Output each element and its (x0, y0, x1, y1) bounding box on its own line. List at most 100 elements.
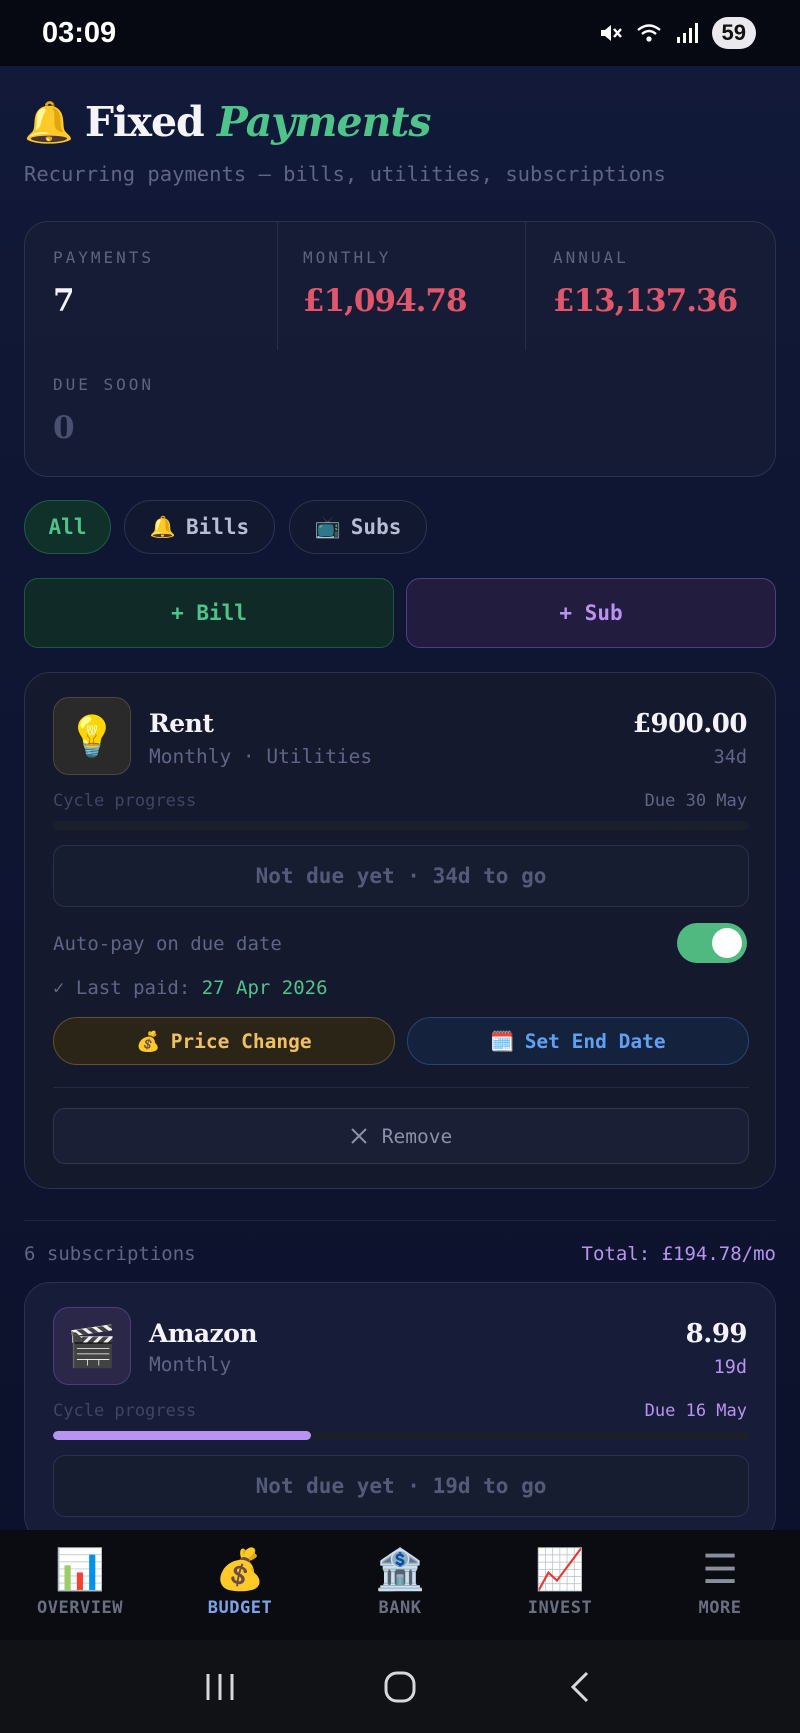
menu-icon: ☰ (702, 1547, 738, 1593)
price-change-button[interactable]: 💰 Price Change (53, 1017, 395, 1065)
filter-all[interactable]: All (24, 500, 111, 554)
nav-invest[interactable]: 📈 INVEST (480, 1546, 640, 1618)
payment-card-amazon: 🎬 Amazon Monthly 8.99 19d Cycle progress… (24, 1282, 776, 1542)
stat-due-soon-label: DUE SOON (53, 375, 155, 394)
battery-indicator: 59 (711, 17, 756, 49)
cycle-progress-label: Cycle progress (53, 791, 197, 811)
recents-button[interactable] (190, 1662, 250, 1712)
stat-payments-label: PAYMENTS (53, 248, 155, 267)
summary-card: PAYMENTS 7 MONTHLY £1,094.78 ANNUAL £13,… (24, 221, 776, 477)
cycle-progress-fill (53, 1431, 311, 1440)
toggle-knob (712, 928, 742, 958)
stat-payments-value: 7 (53, 283, 75, 319)
subscriptions-total: Total: £194.78/mo (581, 1243, 776, 1265)
set-end-date-label: Set End Date (524, 1029, 666, 1053)
add-bill-button[interactable]: + Bill (24, 578, 394, 648)
money-bag-icon: 💰 (136, 1029, 161, 1053)
title-accent: Payments (216, 98, 431, 146)
filter-subs-label: Subs (350, 515, 402, 539)
home-button[interactable] (370, 1662, 430, 1712)
filter-bills[interactable]: 🔔 Bills (124, 500, 275, 554)
stat-annual-value: £13,137.36 (553, 283, 738, 319)
payment-amount: 8.99 (685, 1319, 748, 1349)
not-due-status: Not due yet · 19d to go (53, 1455, 749, 1517)
payment-name: Amazon (149, 1319, 258, 1348)
bell-icon: 🔔 (149, 514, 176, 539)
not-due-status: Not due yet · 34d to go (53, 845, 749, 907)
nav-label: INVEST (527, 1598, 593, 1618)
chart-icon: 📊 (55, 1547, 105, 1593)
nav-bank[interactable]: 🏦 BANK (320, 1546, 480, 1618)
remove-label: Remove (381, 1124, 453, 1148)
cycle-progress-bar (53, 1431, 749, 1440)
bell-icon: 🔔 (24, 98, 74, 146)
close-icon (351, 1128, 367, 1144)
title-main: Fixed (84, 98, 205, 146)
wifi-icon (636, 24, 661, 42)
payment-name: Rent (149, 709, 214, 738)
nav-label: MORE (698, 1598, 742, 1618)
nav-label: BUDGET (207, 1598, 273, 1618)
last-paid-date: 27 Apr 2026 (201, 977, 328, 999)
autopay-toggle[interactable] (677, 923, 747, 963)
cycle-progress-label: Cycle progress (53, 1401, 197, 1421)
remove-button[interactable]: Remove (53, 1108, 749, 1164)
payment-days-left: 34d (713, 747, 747, 768)
filter-all-label: All (48, 515, 87, 539)
bottom-nav: 📊 OVERVIEW 💰 BUDGET 🏦 BANK 📈 INVEST ☰ MO… (0, 1530, 800, 1640)
stat-divider (277, 222, 278, 350)
cycle-due-date: Due 16 May (644, 1401, 747, 1421)
bank-icon: 🏦 (375, 1547, 425, 1593)
back-button[interactable] (550, 1662, 610, 1712)
nav-overview[interactable]: 📊 OVERVIEW (0, 1546, 160, 1618)
nav-more[interactable]: ☰ MORE (640, 1546, 800, 1618)
cycle-due-date: Due 30 May (644, 791, 747, 811)
stat-due-soon-value: 0 (53, 410, 75, 446)
home-icon (384, 1671, 416, 1702)
stat-annual-label: ANNUAL (553, 248, 629, 267)
calendar-icon: 🗓️ (490, 1029, 515, 1053)
stat-monthly-label: MONTHLY (303, 248, 392, 267)
nav-label: OVERVIEW (37, 1598, 123, 1618)
payment-amount: £900.00 (632, 709, 748, 739)
stat-divider (525, 222, 526, 350)
price-change-label: Price Change (170, 1029, 312, 1053)
tv-icon: 📺 (314, 514, 341, 539)
payment-card-rent: 💡 Rent Monthly · Utilities £900.00 34d C… (24, 672, 776, 1189)
nav-label: BANK (378, 1598, 422, 1618)
card-divider (53, 1087, 749, 1088)
last-paid-prefix: ✓ Last paid: (53, 977, 191, 999)
set-end-date-button[interactable]: 🗓️ Set End Date (407, 1017, 749, 1065)
system-nav-bar (0, 1640, 800, 1733)
page-title: 🔔 Fixed Payments (24, 98, 431, 146)
status-bar: 03:09 59 (0, 0, 800, 66)
payment-days-left: 19d (713, 1357, 747, 1378)
payment-meta: Monthly (149, 1353, 232, 1376)
subscriptions-count: 6 subscriptions (24, 1243, 196, 1265)
last-paid: ✓ Last paid: 27 Apr 2026 (53, 977, 328, 999)
stat-annual: ANNUAL £13,137.36 (553, 248, 779, 319)
status-icons: 59 (598, 17, 756, 49)
cycle-progress-bar (53, 821, 749, 830)
fixed-payments-screen: 03:09 59 🔔 Fixed Payments Recurring paym… (0, 0, 800, 1733)
section-divider (24, 1220, 776, 1221)
signal-icon (676, 23, 698, 43)
filter-bills-label: Bills (185, 515, 250, 539)
filter-subs[interactable]: 📺 Subs (289, 500, 427, 554)
autopay-label: Auto-pay on due date (53, 933, 282, 955)
money-bag-icon: 💰 (215, 1547, 265, 1593)
clapperboard-icon: 🎬 (53, 1307, 131, 1385)
recents-icon (206, 1673, 234, 1700)
mute-icon (600, 25, 622, 41)
stat-payments: PAYMENTS 7 (53, 248, 279, 319)
trend-up-icon: 📈 (535, 1547, 585, 1593)
page-subtitle: Recurring payments — bills, utilities, s… (24, 162, 666, 186)
back-icon (570, 1671, 589, 1702)
nav-budget[interactable]: 💰 BUDGET (160, 1546, 320, 1618)
lightbulb-icon: 💡 (53, 697, 131, 775)
payment-meta: Monthly · Utilities (149, 745, 373, 768)
status-time: 03:09 (42, 16, 117, 49)
stat-monthly-value: £1,094.78 (303, 283, 468, 319)
stat-due-soon: DUE SOON 0 (53, 375, 279, 446)
add-sub-button[interactable]: + Sub (406, 578, 776, 648)
